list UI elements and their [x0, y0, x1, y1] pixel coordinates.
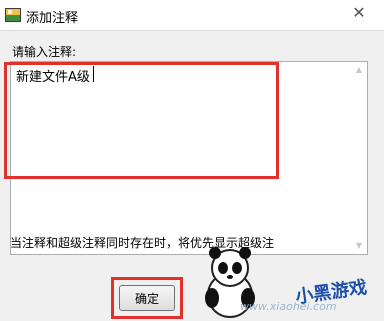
annotation-text: 新建文件A级	[16, 70, 90, 85]
scroll-down-icon[interactable]: ▼	[353, 241, 365, 251]
prompt-label: 请输入注释:	[12, 45, 77, 59]
annotation-textarea[interactable]: 新建文件A级 ▲ ▼	[10, 61, 368, 255]
close-button[interactable]: ✕	[348, 3, 370, 23]
app-icon	[5, 8, 21, 22]
scroll-up-icon[interactable]: ▲	[353, 65, 365, 75]
close-icon: ✕	[352, 3, 366, 22]
text-caret	[93, 66, 94, 82]
dialog-body: 请输入注释: 新建文件A级 ▲ ▼	[0, 30, 384, 321]
ok-button[interactable]: 确定	[119, 285, 175, 311]
title-bar: 添加注释 ✕	[0, 0, 384, 30]
window-title: 添加注释	[26, 11, 79, 26]
